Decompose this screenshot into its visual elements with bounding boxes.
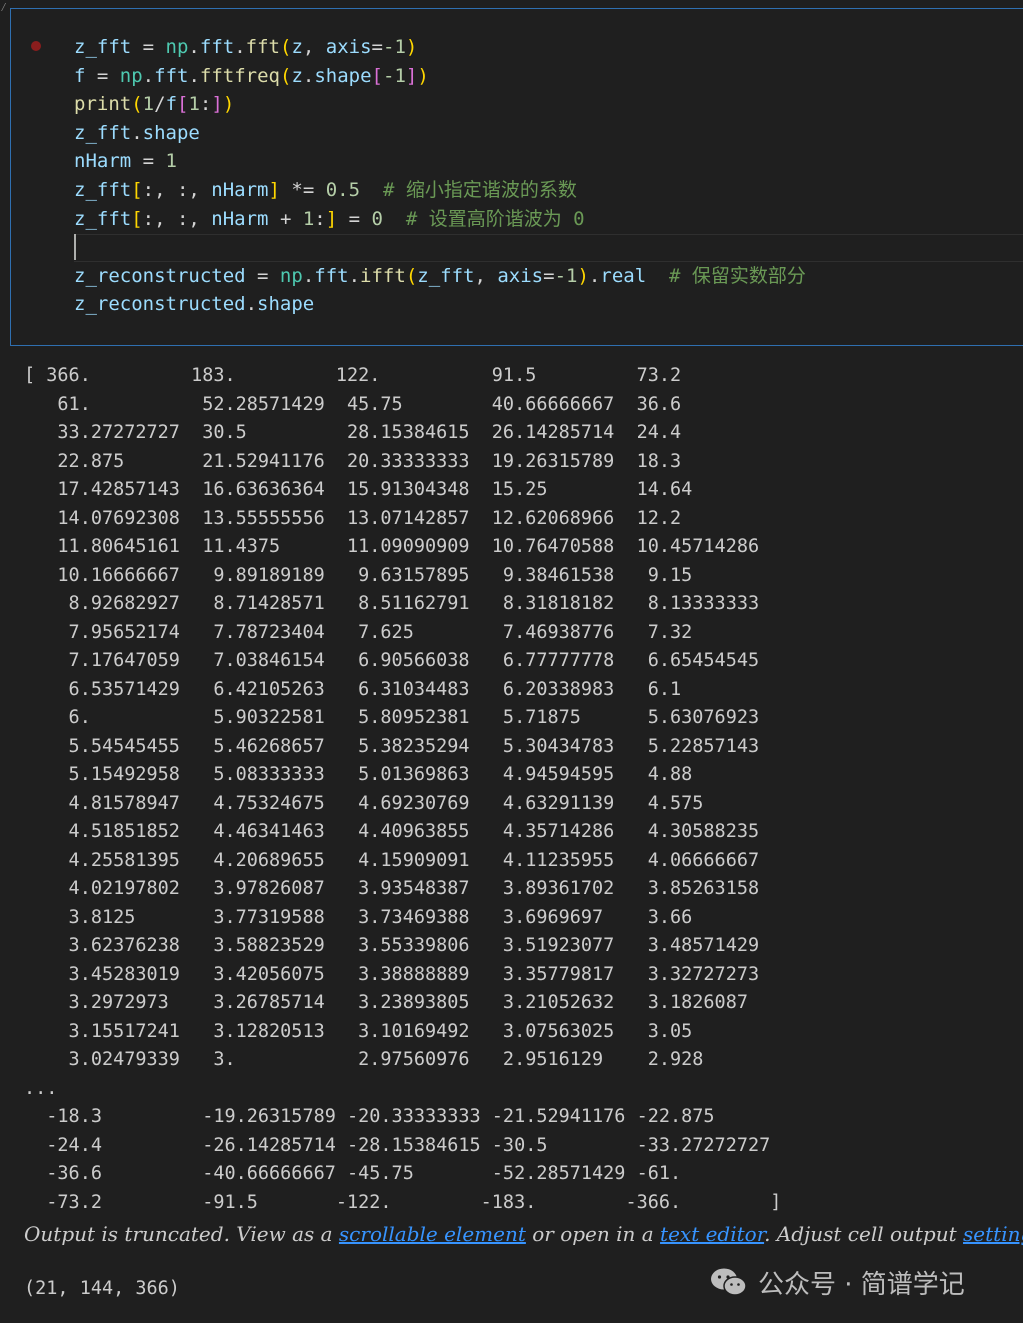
output-row: ... — [24, 1077, 58, 1099]
code-line[interactable]: print(1/f[1:]) — [74, 90, 806, 119]
code-line[interactable]: z_fft.shape — [74, 119, 806, 148]
output-row: 14.07692308 13.55555556 13.07142857 12.6… — [24, 507, 682, 529]
output-row: -36.6 -40.66666667 -45.75 -52.28571429 -… — [24, 1163, 682, 1184]
code-editor[interactable]: z_fft = np.fft.fft(z, axis=-1) f = np.fft… — [74, 33, 806, 319]
output-row: 6. 5.90322581 5.80952381 5.71875 5.63076… — [24, 707, 760, 728]
output-row: 8.92682927 8.71428571 8.51162791 8.31818… — [24, 593, 760, 614]
output-row: 5.15492958 5.08333333 5.01369863 4.94594… — [24, 764, 693, 785]
code-line[interactable]: z_fft[:, :, nHarm + 1:] = 0 # 设置高阶谐波为 0 — [74, 205, 806, 234]
output-row: 3.62376238 3.58823529 3.55339806 3.51923… — [24, 935, 760, 956]
code-line[interactable]: z_fft = np.fft.fft(z, axis=-1) — [74, 33, 806, 62]
text-editor-link[interactable]: text editor — [660, 1222, 764, 1246]
output-row: 61. 52.28571429 45.75 40.66666667 36.6 — [24, 393, 682, 415]
output-row: 22.875 21.52941176 20.33333333 19.263157… — [24, 450, 682, 472]
settings-link[interactable]: settings — [963, 1222, 1023, 1246]
cell-output: [ 366. 183. 122. 91.5 73.2 61. 52.285714… — [24, 362, 781, 1217]
scrollable-element-link[interactable]: scrollable element — [339, 1222, 526, 1246]
code-line[interactable]: z_reconstructed.shape — [74, 290, 806, 319]
output-row: 7.95652174 7.78723404 7.625 7.46938776 7… — [24, 621, 693, 643]
code-cell[interactable]: z_fft = np.fft.fft(z, axis=-1) f = np.fft… — [10, 8, 1023, 346]
code-line[interactable]: z_fft[:, :, nHarm] *= 0.5 # 缩小指定谐波的系数 — [74, 176, 806, 205]
output-row: 3.8125 3.77319588 3.73469388 3.6969697 3… — [24, 906, 693, 928]
truncated-middle: or open in a — [525, 1222, 661, 1246]
wechat-icon — [711, 1268, 747, 1296]
output-row: 3.2972973 3.26785714 3.23893805 3.210526… — [24, 992, 748, 1013]
output-row: 11.80645161 11.4375 11.09090909 10.76470… — [24, 536, 760, 557]
output-row: 3.45283019 3.42056075 3.38888889 3.35779… — [24, 963, 760, 985]
code-line[interactable] — [74, 233, 806, 262]
output-row: 4.51851852 4.46341463 4.40963855 4.35714… — [24, 821, 760, 842]
output-row: -24.4 -26.14285714 -28.15384615 -30.5 -3… — [24, 1134, 771, 1156]
code-line[interactable]: f = np.fft.fftfreq(z.shape[-1]) — [74, 62, 806, 91]
code-line[interactable]: nHarm = 1 — [74, 147, 806, 176]
output-row: 7.17647059 7.03846154 6.90566038 6.77777… — [24, 650, 760, 671]
output-row: 10.16666667 9.89189189 9.63157895 9.3846… — [24, 564, 693, 586]
output-row: 4.25581395 4.20689655 4.15909091 4.11235… — [24, 849, 760, 871]
output-row: -73.2 -91.5 -122. -183. -366. ] — [24, 1191, 782, 1213]
corner-mark: ⁄ — [0, 0, 8, 14]
shape-output: (21, 144, 366) — [24, 1278, 180, 1299]
output-row: 3.15517241 3.12820513 3.10169492 3.07563… — [24, 1020, 693, 1042]
output-row: 4.02197802 3.97826087 3.93548387 3.89361… — [24, 878, 760, 899]
output-row: 17.42857143 16.63636364 15.91304348 15.2… — [24, 479, 693, 500]
truncated-suffix-1: . Adjust cell output — [764, 1222, 964, 1246]
output-row: [ 366. 183. 122. 91.5 73.2 — [24, 365, 682, 386]
output-row: 5.54545455 5.46268657 5.38235294 5.30434… — [24, 735, 760, 757]
output-row: 4.81578947 4.75324675 4.69230769 4.63291… — [24, 792, 704, 814]
watermark-text: 公众号 · 简谱学记 — [758, 1269, 965, 1300]
truncated-prefix: Output is truncated. View as a — [24, 1222, 339, 1246]
breakpoint-icon[interactable] — [31, 41, 41, 51]
output-row: 6.53571429 6.42105263 6.31034483 6.20338… — [24, 678, 682, 700]
output-row: 33.27272727 30.5 28.15384615 26.14285714… — [24, 422, 682, 443]
watermark: 公众号 · 简谱学记 — [710, 1262, 965, 1302]
output-row: 3.02479339 3. 2.97560976 2.9516129 2.928 — [24, 1049, 704, 1070]
output-row: -18.3 -19.26315789 -20.33333333 -21.5294… — [24, 1106, 715, 1127]
code-line[interactable]: z_reconstructed = np.fft.ifft(z_fft, axi… — [74, 262, 806, 291]
truncated-notice: Output is truncated. View as a scrollabl… — [24, 1222, 1023, 1246]
